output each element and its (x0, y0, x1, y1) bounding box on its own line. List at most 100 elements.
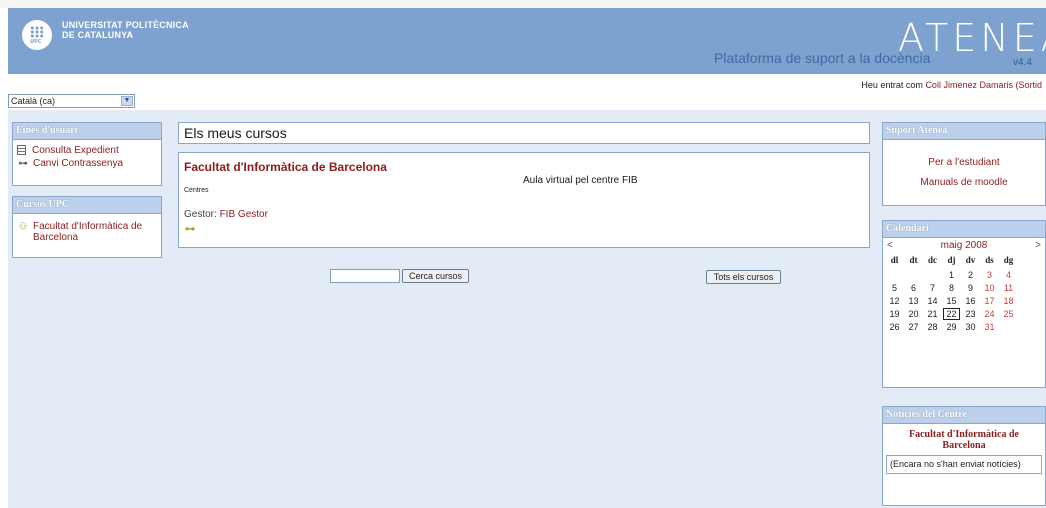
user-name-link[interactable]: Coll Jimenez Damaris (925, 80, 1013, 90)
calendar-day[interactable]: 14 (923, 294, 942, 307)
course-description: Aula virtual pel centre FIB (523, 175, 638, 186)
logout-link[interactable]: (Sortid (1015, 80, 1042, 90)
menu-item-label[interactable]: Canvi Contrassenya (33, 158, 123, 169)
news-center-line1[interactable]: Facultat d'Informàtica de (883, 429, 1045, 440)
upc-logo-icon: UPC (22, 20, 52, 50)
collapse-icon[interactable]: – (150, 126, 159, 135)
calendar-day[interactable]: 29 (942, 320, 961, 333)
news-empty-message: (Encara no s'han enviat notícies) (886, 455, 1042, 474)
calendar-day[interactable]: 24 (980, 307, 999, 320)
calendar-day[interactable]: 5 (885, 281, 904, 294)
calendar-day[interactable]: 10 (980, 281, 999, 294)
calendar-day[interactable]: 2 (961, 268, 980, 281)
calendar-day[interactable]: 30 (961, 320, 980, 333)
calendar-day[interactable]: 23 (961, 307, 980, 320)
calendar-day[interactable]: 17 (980, 294, 999, 307)
calendar-day[interactable]: 3 (980, 268, 999, 281)
calendar-day[interactable]: 1 (942, 268, 961, 281)
collapse-icon[interactable]: – (1034, 126, 1043, 135)
key-icon: ⊶ (185, 224, 195, 235)
menu-item-label-line1[interactable]: Facultat d'Informàtica de (33, 221, 142, 232)
collapse-icon[interactable]: – (150, 200, 159, 209)
calendar-header: Calendari – (883, 221, 1045, 238)
calendar-day-today[interactable]: 22 (942, 307, 961, 320)
calendar-day[interactable]: 18 (999, 294, 1018, 307)
calendar-month[interactable]: maig 2008 (941, 240, 988, 252)
menu-item-fib[interactable]: ⚇ Facultat d'Informàtica de Barcelona (17, 221, 157, 243)
manager-link[interactable]: FIB Gestor (220, 209, 268, 220)
calendar-week-row: 12 13 14 15 16 17 18 (885, 294, 1018, 307)
weekday-label: dg (1003, 255, 1014, 265)
calendar-day[interactable]: 12 (885, 294, 904, 307)
news-center-link[interactable]: Facultat d'Informàtica de Barcelona (883, 429, 1045, 451)
next-month-icon[interactable]: > (1035, 240, 1041, 252)
prev-month-icon[interactable]: < (887, 240, 893, 252)
calendar-day[interactable]: 9 (961, 281, 980, 294)
search-courses-button[interactable]: Cerca cursos (402, 269, 469, 283)
calendar-day[interactable]: 6 (904, 281, 923, 294)
calendar-day[interactable]: 13 (904, 294, 923, 307)
calendar-day[interactable]: 20 (904, 307, 923, 320)
course-box: Facultat d'Informàtica de Barcelona Aula… (178, 152, 870, 248)
calendar-days: 1 2 3 4 5 6 7 8 9 10 11 12 13 14 15 16 17 18 19 20 21 22 23 24 2… (885, 268, 1018, 333)
key-icon: ⊶ (18, 158, 28, 168)
calendar-day[interactable]: 27 (904, 320, 923, 333)
university-name-line2: DE CATALUNYA (62, 30, 134, 40)
calendar-week-row: 5 6 7 8 9 10 11 (885, 281, 1018, 294)
course-manager: Gestor: FIB Gestor (184, 209, 268, 220)
support-link-manuals[interactable]: Manuals de moodle (883, 173, 1045, 193)
people-icon: ⚇ (18, 221, 28, 231)
weekday-label: dj (947, 255, 956, 265)
logo-abbr: UPC (30, 39, 42, 45)
upc-courses-header: Cursos UPC – (13, 197, 161, 214)
support-title: Suport Atenea (886, 125, 948, 136)
upc-courses-title: Cursos UPC (16, 199, 70, 210)
menu-item-label-line2[interactable]: Barcelona (33, 232, 78, 243)
support-link-student[interactable]: Per a l'estudiant (883, 153, 1045, 173)
calendar-day[interactable]: 19 (885, 307, 904, 320)
calendar-day[interactable]: 7 (923, 281, 942, 294)
calendar-day[interactable]: 25 (999, 307, 1018, 320)
calendar-day[interactable]: 26 (885, 320, 904, 333)
weekday-label: dl (890, 255, 899, 265)
language-bar: Català (ca) ▼ (8, 94, 1046, 110)
course-name-link[interactable]: Facultat d'Informàtica de Barcelona (184, 160, 387, 174)
collapse-icon[interactable]: – (1034, 410, 1043, 419)
version-label: v4.4 (1013, 57, 1032, 68)
user-tools-block: Eines d'usuari – Consulta Expedient ⊶ Ca… (12, 122, 162, 186)
menu-item-label[interactable]: Facultat d'Informàtica de Barcelona (33, 221, 142, 243)
upc-courses-block: Cursos UPC – ⚇ Facultat d'Informàtica de… (12, 196, 162, 258)
all-courses-button[interactable]: Tots els cursos (706, 270, 781, 284)
menu-item-canvi-contrassenya[interactable]: ⊶ Canvi Contrassenya (17, 158, 157, 169)
chevron-down-icon[interactable]: ▼ (121, 96, 133, 106)
calendar-grid: dl dt dc dj dv ds dg 1 2 3 4 5 6 7 8 9 10 11 12 13 14… (885, 252, 1018, 333)
menu-item-consulta-expedient[interactable]: Consulta Expedient (17, 145, 157, 156)
language-selected: Català (ca) (11, 96, 56, 106)
calendar-nav: < maig 2008 > (883, 238, 1045, 252)
weekday-row: dl dt dc dj dv ds dg (885, 252, 1018, 268)
calendar-week-row: 26 27 28 29 30 31 (885, 320, 1018, 333)
news-header: Notícies del Centre – (883, 407, 1045, 424)
language-select[interactable]: Català (ca) ▼ (8, 94, 135, 108)
calendar-day[interactable]: 11 (999, 281, 1018, 294)
calendar-day[interactable]: 21 (923, 307, 942, 320)
calendar-day[interactable]: 4 (999, 268, 1018, 281)
calendar-empty-cell (999, 320, 1018, 333)
atenea-logo: ATENEA (898, 16, 1046, 60)
calendar-day[interactable]: 28 (923, 320, 942, 333)
news-center-line2[interactable]: Barcelona (883, 440, 1045, 451)
collapse-icon[interactable]: – (1034, 224, 1043, 233)
course-category: Centres (184, 187, 209, 194)
news-block: Notícies del Centre – Facultat d'Informà… (882, 406, 1046, 506)
calendar-day[interactable]: 31 (980, 320, 999, 333)
calendar-day[interactable]: 8 (942, 281, 961, 294)
manager-label: Gestor: (184, 209, 217, 220)
calendar-day[interactable]: 15 (942, 294, 961, 307)
calendar-empty-cell (885, 268, 904, 281)
university-name: UNIVERSITAT POLITÈCNICA DE CATALUNYA (62, 20, 189, 40)
upc-logo[interactable]: UPC UNIVERSITAT POLITÈCNICA DE CATALUNYA (22, 20, 189, 50)
menu-item-label[interactable]: Consulta Expedient (32, 145, 119, 156)
calendar-day[interactable]: 16 (961, 294, 980, 307)
course-search-input[interactable] (330, 269, 400, 283)
calendar-week-row: 1234 (885, 268, 1018, 281)
